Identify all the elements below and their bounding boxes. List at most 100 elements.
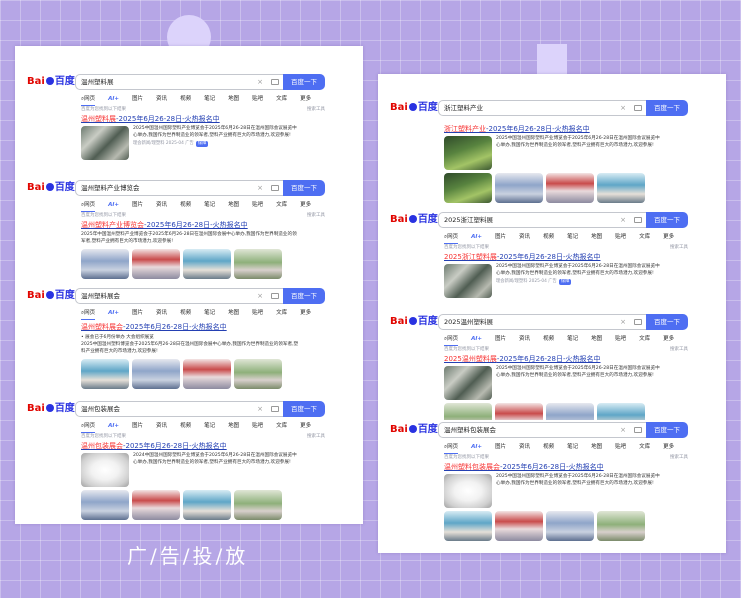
- tab-ai[interactable]: AI+: [108, 200, 119, 211]
- search-button[interactable]: 百度一下: [646, 314, 688, 330]
- result-image[interactable]: [234, 490, 282, 520]
- search-tools-button[interactable]: 搜索工具: [307, 105, 325, 114]
- tab-wenku[interactable]: 文库: [276, 200, 287, 211]
- tab-images[interactable]: 图片: [132, 308, 143, 319]
- tab-ai[interactable]: AI+: [108, 421, 119, 432]
- camera-icon[interactable]: [271, 293, 279, 299]
- baidu-logo[interactable]: Bai 百度: [27, 182, 75, 194]
- tab-news[interactable]: 资讯: [519, 232, 530, 243]
- result-image[interactable]: [132, 490, 180, 520]
- result-image[interactable]: [597, 173, 645, 203]
- baidu-logo[interactable]: Bai 百度: [27, 76, 75, 88]
- clear-icon[interactable]: ×: [257, 289, 263, 303]
- tab-video[interactable]: 视频: [543, 334, 554, 345]
- tab-wenku[interactable]: 文库: [276, 308, 287, 319]
- tab-maps[interactable]: 地图: [591, 334, 602, 345]
- tab-video[interactable]: 视频: [543, 232, 554, 243]
- search-tools-button[interactable]: 搜索工具: [307, 432, 325, 441]
- tab-ai[interactable]: AI+: [471, 334, 482, 345]
- result-title-link[interactable]: 2025温州塑料展-2025年6月26-28日-火热报名中: [444, 354, 726, 364]
- search-input[interactable]: 温州塑料展会 ×: [75, 288, 283, 304]
- tab-notes[interactable]: 笔记: [204, 421, 215, 432]
- camera-icon[interactable]: [634, 105, 642, 111]
- result-image[interactable]: [183, 490, 231, 520]
- tab-more[interactable]: 更多: [300, 200, 311, 211]
- result-title-link[interactable]: 温州包装展会-2025年6月26-28日-火热报名中: [81, 441, 363, 451]
- tab-ai[interactable]: AI+: [108, 94, 119, 105]
- tab-news[interactable]: 资讯: [156, 308, 167, 319]
- result-title-link[interactable]: 温州塑料包装展会-2025年6月26-28日-火热报名中: [444, 462, 726, 472]
- tab-maps[interactable]: 地图: [228, 421, 239, 432]
- result-thumbnail[interactable]: [444, 136, 492, 170]
- tab-notes[interactable]: 笔记: [567, 442, 578, 453]
- search-input[interactable]: 2025浙江塑料展 ×: [438, 212, 646, 228]
- result-image[interactable]: [444, 173, 492, 203]
- clear-icon[interactable]: ×: [620, 423, 626, 437]
- clear-icon[interactable]: ×: [620, 315, 626, 329]
- search-input[interactable]: 温州塑料产业博览会 ×: [75, 180, 283, 196]
- baidu-logo[interactable]: Bai 百度: [390, 214, 438, 226]
- tab-more[interactable]: 更多: [663, 334, 674, 345]
- tab-video[interactable]: 视频: [180, 421, 191, 432]
- tab-ai[interactable]: AI+: [108, 308, 119, 319]
- result-image[interactable]: [546, 511, 594, 541]
- tab-video[interactable]: 视频: [180, 200, 191, 211]
- baidu-logo[interactable]: Bai 百度: [390, 102, 438, 114]
- tab-images[interactable]: 图片: [132, 421, 143, 432]
- search-tools-button[interactable]: 搜索工具: [670, 453, 688, 462]
- tab-wenku[interactable]: 文库: [276, 421, 287, 432]
- result-image[interactable]: [444, 511, 492, 541]
- tab-more[interactable]: 更多: [663, 442, 674, 453]
- result-image[interactable]: [597, 511, 645, 541]
- result-title-link[interactable]: 浙江塑料产业-2025年6月26-28日-火热报名中: [444, 124, 726, 134]
- result-title-link[interactable]: 温州塑料产业博览会-2025年6月26-28日-火热报名中: [81, 220, 363, 230]
- search-button[interactable]: 百度一下: [646, 100, 688, 116]
- tab-images[interactable]: 图片: [495, 232, 506, 243]
- result-thumbnail[interactable]: [81, 126, 129, 160]
- tab-notes[interactable]: 笔记: [204, 94, 215, 105]
- tab-maps[interactable]: 地图: [228, 200, 239, 211]
- result-thumbnail[interactable]: [81, 453, 129, 487]
- result-title-link[interactable]: 温州塑料展会-2025年6月26-28日-火热报名中: [81, 322, 363, 332]
- camera-icon[interactable]: [271, 79, 279, 85]
- search-tools-button[interactable]: 搜索工具: [307, 211, 325, 220]
- camera-icon[interactable]: [271, 185, 279, 191]
- tab-more[interactable]: 更多: [300, 94, 311, 105]
- baidu-logo[interactable]: Bai 百度: [390, 316, 438, 328]
- tab-more[interactable]: 更多: [300, 421, 311, 432]
- tab-notes[interactable]: 笔记: [204, 308, 215, 319]
- search-tools-button[interactable]: 搜索工具: [670, 345, 688, 354]
- tab-wenku[interactable]: 文库: [276, 94, 287, 105]
- result-image[interactable]: [81, 248, 129, 279]
- tab-wenku[interactable]: 文库: [639, 442, 650, 453]
- search-button[interactable]: 百度一下: [646, 212, 688, 228]
- tab-images[interactable]: 图片: [495, 334, 506, 345]
- search-button[interactable]: 百度一下: [283, 288, 325, 304]
- tab-notes[interactable]: 笔记: [567, 334, 578, 345]
- search-button[interactable]: 百度一下: [646, 422, 688, 438]
- result-thumbnail[interactable]: [444, 264, 492, 298]
- camera-icon[interactable]: [634, 319, 642, 325]
- baidu-logo[interactable]: Bai 百度: [27, 403, 75, 415]
- camera-icon[interactable]: [634, 217, 642, 223]
- tab-maps[interactable]: 地图: [228, 94, 239, 105]
- result-image[interactable]: [495, 173, 543, 203]
- tab-tieba[interactable]: 贴吧: [615, 442, 626, 453]
- tab-video[interactable]: 视频: [180, 94, 191, 105]
- result-image[interactable]: [81, 490, 129, 520]
- tab-tieba[interactable]: 贴吧: [252, 308, 263, 319]
- tab-images[interactable]: 图片: [495, 442, 506, 453]
- clear-icon[interactable]: ×: [620, 213, 626, 227]
- tab-tieba[interactable]: 贴吧: [252, 421, 263, 432]
- tab-wenku[interactable]: 文库: [639, 232, 650, 243]
- search-button[interactable]: 百度一下: [283, 180, 325, 196]
- tab-news[interactable]: 资讯: [519, 442, 530, 453]
- tab-more[interactable]: 更多: [300, 308, 311, 319]
- tab-video[interactable]: 视频: [180, 308, 191, 319]
- result-thumbnail[interactable]: [444, 474, 492, 508]
- baidu-logo[interactable]: Bai 百度: [27, 290, 75, 302]
- tab-web[interactable]: ⌕网页: [81, 308, 96, 320]
- tab-images[interactable]: 图片: [132, 200, 143, 211]
- clear-icon[interactable]: ×: [257, 181, 263, 195]
- tab-tieba[interactable]: 贴吧: [615, 232, 626, 243]
